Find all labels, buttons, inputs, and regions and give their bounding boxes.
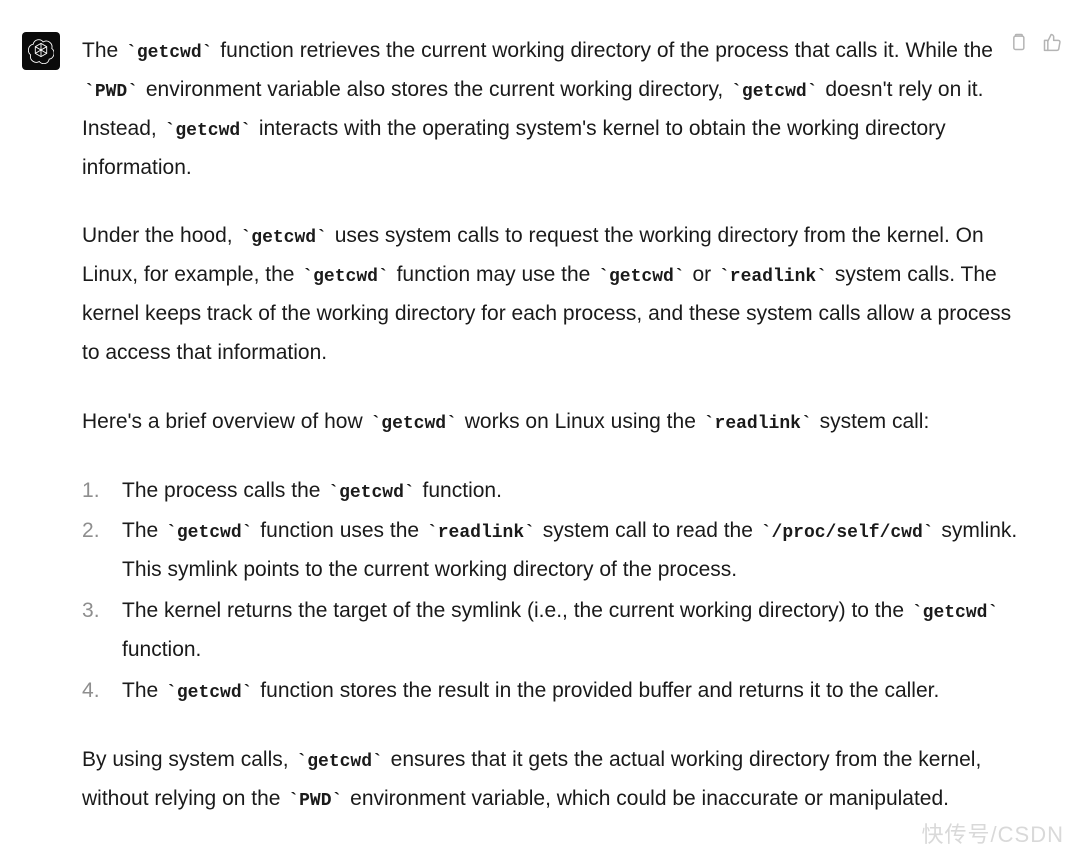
code-readlink: `readlink` xyxy=(425,523,537,543)
list-item: The `getcwd` function uses the `readlink… xyxy=(82,512,1018,590)
paragraph-3: Here's a brief overview of how `getcwd` … xyxy=(82,403,1018,442)
message-actions xyxy=(1006,30,1064,54)
code-readlink: `readlink` xyxy=(702,414,814,434)
code-getcwd: `getcwd` xyxy=(368,414,458,434)
steps-list: The process calls the `getcwd` function.… xyxy=(82,472,1018,711)
list-item: The process calls the `getcwd` function. xyxy=(82,472,1018,511)
clipboard-icon xyxy=(1008,32,1028,52)
paragraph-4: By using system calls, `getcwd` ensures … xyxy=(82,741,1018,819)
code-getcwd: `getcwd` xyxy=(729,82,819,102)
chatgpt-avatar xyxy=(22,32,60,70)
code-pwd: `PWD` xyxy=(286,791,344,811)
code-getcwd: `getcwd` xyxy=(164,523,254,543)
code-proc-self-cwd: `/proc/self/cwd` xyxy=(759,523,936,543)
code-getcwd: `getcwd` xyxy=(596,267,686,287)
message-container: The `getcwd` function retrieves the curr… xyxy=(0,0,1080,850)
code-getcwd: `getcwd` xyxy=(326,483,416,503)
code-getcwd: `getcwd` xyxy=(238,228,328,248)
code-getcwd: `getcwd` xyxy=(164,683,254,703)
paragraph-1: The `getcwd` function retrieves the curr… xyxy=(82,32,1018,187)
watermark: 快传号/CSDN xyxy=(922,817,1064,849)
code-readlink: `readlink` xyxy=(717,267,829,287)
list-item: The `getcwd` function stores the result … xyxy=(82,672,1018,711)
code-getcwd: `getcwd` xyxy=(294,752,384,772)
message-content: The `getcwd` function retrieves the curr… xyxy=(82,32,1018,818)
code-getcwd: `getcwd` xyxy=(124,43,214,63)
paragraph-2: Under the hood, `getcwd` uses system cal… xyxy=(82,217,1018,372)
openai-logo-icon xyxy=(28,38,54,64)
list-item: The kernel returns the target of the sym… xyxy=(82,592,1018,670)
thumbs-up-icon xyxy=(1042,32,1062,52)
code-pwd: `PWD` xyxy=(82,82,140,102)
like-button[interactable] xyxy=(1040,30,1064,54)
code-getcwd: `getcwd` xyxy=(910,603,1000,623)
code-getcwd: `getcwd` xyxy=(163,121,253,141)
code-getcwd: `getcwd` xyxy=(300,267,390,287)
copy-button[interactable] xyxy=(1006,30,1030,54)
